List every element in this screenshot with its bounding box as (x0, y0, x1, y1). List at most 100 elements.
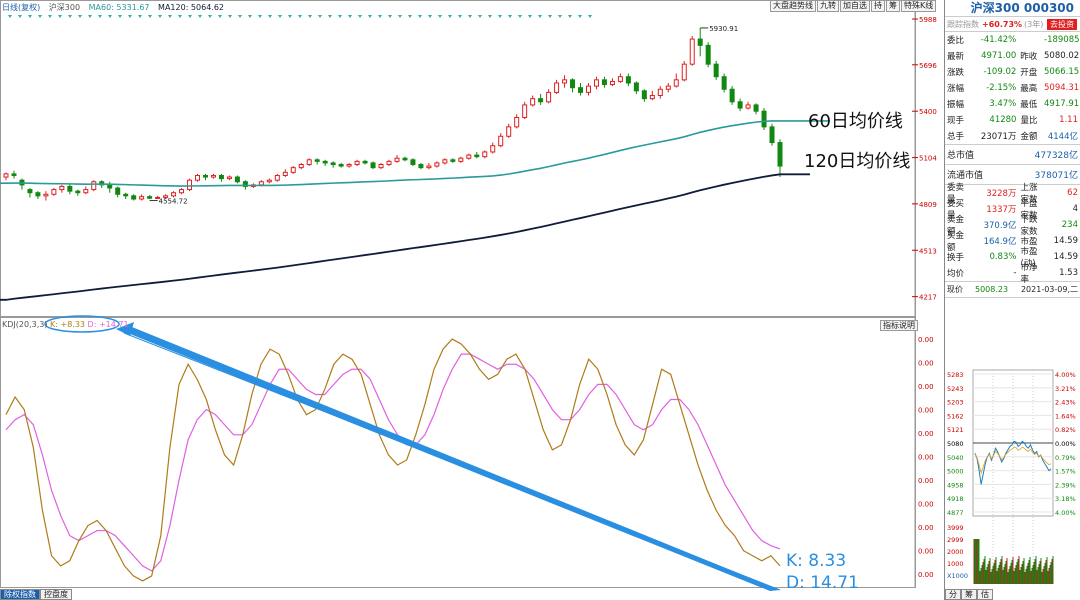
quote-value: -109.02 (983, 67, 1017, 77)
price-axis-label: 4217 (919, 294, 937, 302)
signal-marker (538, 15, 542, 18)
signal-marker (88, 15, 92, 18)
order-grid: 委卖量 3228万 上涨家数 62 委买量 1337万 平盘家数 4 卖金额 370.9亿 下跌家数… (945, 183, 1080, 285)
candle-body (51, 189, 57, 195)
signal-marker (218, 15, 222, 18)
signal-marker (338, 15, 342, 18)
main-chart[interactable]: 5988 5696 5400 5104 4809 4513 4217 0.00 0.00 0.00… (0, 0, 944, 600)
quote-label: 量比 (1020, 116, 1038, 126)
mini-volume-axis: 1000 (947, 560, 964, 568)
tab-ex-rights[interactable]: 除权指数 (0, 589, 40, 600)
signal-marker (148, 15, 152, 18)
signal-marker (458, 15, 462, 18)
candle-body (266, 179, 272, 183)
candle-body (354, 160, 360, 165)
candle-body (585, 85, 591, 93)
candle-body (593, 79, 599, 87)
quote-label: 最高 (1020, 84, 1038, 94)
candle-body (458, 157, 464, 162)
mini-right-axis: 0.79% (1055, 454, 1076, 462)
quote-panel: 沪深300 000300 跟踪指数 +60.73% (3年) 去投资 委比 -41… (944, 0, 1080, 600)
signal-marker (198, 15, 202, 18)
quote-label: 涨跌 (947, 68, 965, 78)
order-value: - (1013, 268, 1017, 278)
candle-body (322, 160, 328, 164)
tab-minute[interactable]: 分 (945, 589, 961, 600)
price-axis-label: 5400 (919, 108, 937, 116)
quote-row: 涨幅 -2.15% 最高 5094.31 (945, 80, 1080, 96)
quote-value: 5094.31 (1044, 83, 1080, 93)
signal-marker (328, 15, 332, 18)
candle-body (123, 193, 129, 197)
tracking-row: 跟踪指数 +60.73% (3年) 去投资 (945, 17, 1080, 32)
candle-body (689, 38, 695, 65)
signal-marker (78, 15, 82, 18)
candle-body (578, 87, 584, 93)
kdj-axis-label: 0.00 (918, 407, 934, 415)
chips-button[interactable]: 筹 (886, 0, 900, 12)
market-cap-row: 总市值 477328亿 (945, 145, 1080, 165)
order-value: 1.53 (1059, 268, 1078, 278)
signal-marker (408, 15, 412, 18)
bottom-tabs: 除权指数 控盘度 (0, 589, 72, 600)
quote-value: 23071万 (980, 132, 1017, 142)
signal-marker (348, 15, 352, 18)
candle-body (35, 192, 41, 197)
price-axis-label: 4809 (919, 201, 937, 209)
index-label: 沪深300 (48, 3, 81, 12)
candle-body (665, 85, 671, 90)
period-label[interactable]: 日线(复权) (2, 3, 40, 12)
signal-marker (418, 15, 422, 18)
chart-header: 日线(复权) 沪深300 MA60: 5331.67 MA120: 5064.6… (2, 2, 230, 13)
order-label: 下跌家数 (1020, 215, 1038, 237)
mini-volume-axis: 2000 (947, 548, 964, 556)
signal-marker (268, 15, 272, 18)
candle-body (338, 164, 344, 167)
candle-body (506, 126, 512, 137)
candle-body (737, 101, 743, 109)
indicator-explain-button[interactable]: 指标说明 (880, 320, 918, 331)
mini-left-axis: 5121 (947, 426, 964, 434)
signal-marker (388, 15, 392, 18)
add-watchlist-button[interactable]: 加自选 (840, 0, 870, 12)
ma60-label: MA60: 5331.67 (88, 3, 150, 12)
signal-marker (168, 15, 172, 18)
kdj-d-line (5, 353, 781, 572)
quote-label: 开盘 (1020, 68, 1038, 78)
kdj-axis-label: 0.00 (918, 524, 934, 532)
ma120-annotation: 120日均价线 (804, 151, 911, 172)
candle-body (721, 76, 727, 90)
mini-right-axis: 0.82% (1055, 426, 1076, 434)
candle-body (402, 157, 408, 161)
signal-marker (178, 15, 182, 18)
quote-value: 5066.15 (1044, 67, 1080, 77)
tab-valuation[interactable]: 估 (977, 589, 993, 600)
quote-row: 振幅 3.47% 最低 4917.91 (945, 96, 1080, 112)
mini-left-axis: 5243 (947, 385, 964, 393)
candle-body (625, 76, 631, 84)
hold-button[interactable]: 持 (871, 0, 885, 12)
order-value: 164.9亿 (983, 237, 1017, 247)
price-axis-label: 5696 (919, 62, 937, 70)
quote-label: 振幅 (947, 100, 965, 110)
intraday-chart[interactable]: 5283 4.00% 5243 3.21% 5203 2.43% 5162 1.64% 5121… (945, 368, 1080, 588)
candle-body (617, 76, 623, 82)
nine-turn-button[interactable]: 九转 (817, 0, 839, 12)
candle-body (314, 159, 320, 162)
tab-chips[interactable]: 筹 (961, 589, 977, 600)
trend-line-button[interactable]: 大盘趋势线 (770, 0, 816, 12)
quote-value: 1.11 (1059, 115, 1078, 125)
invest-button[interactable]: 去投资 (1047, 18, 1077, 30)
current-price-value: 5008.23 (975, 285, 1009, 294)
candle-body (202, 174, 208, 178)
kdj-axis-label: 0.00 (918, 360, 934, 368)
kdj-label: KDJ(20,3,3) (2, 320, 48, 329)
quote-label: 总手 (947, 132, 965, 142)
special-k-button[interactable]: 特殊K线 (901, 0, 937, 12)
signal-marker (58, 15, 62, 18)
candle-body (139, 196, 145, 200)
quote-row: 现手 41280 量比 1.11 (945, 112, 1080, 128)
quote-row: 最新 4971.00 昨收 5080.02 (945, 48, 1080, 64)
candle-body (330, 162, 336, 166)
tab-control[interactable]: 控盘度 (40, 589, 72, 600)
